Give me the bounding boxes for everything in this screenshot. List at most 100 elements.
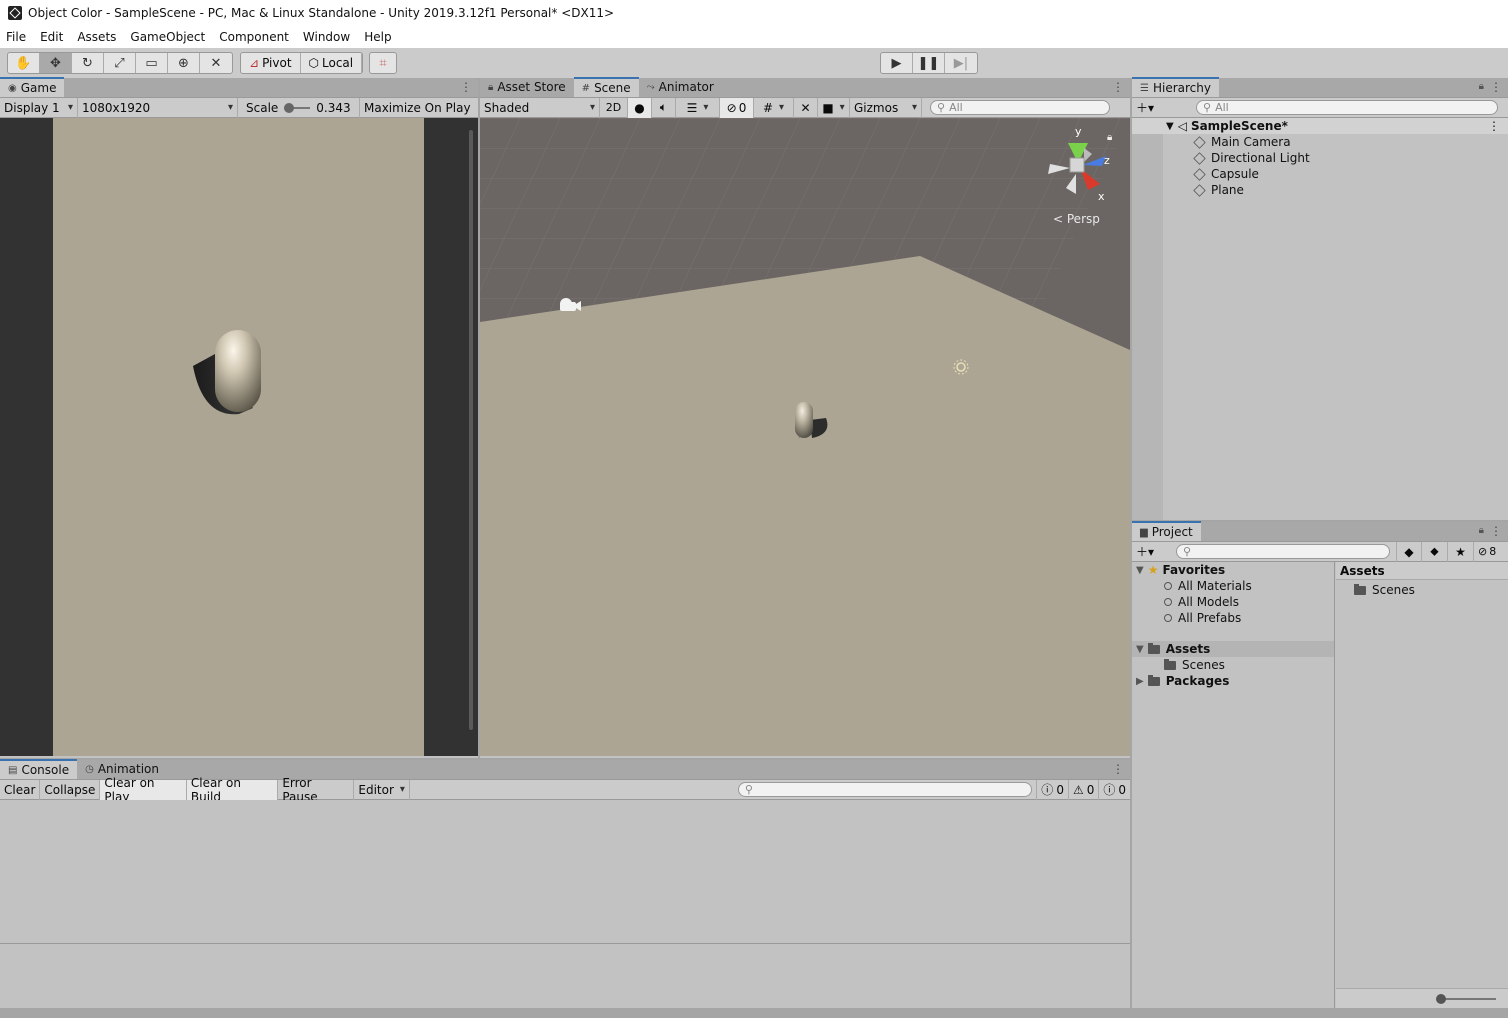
scale-icon[interactable]: ⤢ [104,53,136,73]
custom-tool-icon[interactable]: ✕ [200,53,232,73]
menu-gameobject[interactable]: GameObject [130,30,205,44]
gizmo-lock-icon[interactable]: 🔒︎ [1107,132,1112,143]
expand-arrow-icon[interactable]: ▼ [1136,644,1144,655]
tab-animator[interactable]: ⤳ Animator [639,77,722,97]
project-add-button[interactable]: ＋▾ [1132,542,1162,562]
game-menu-icon[interactable]: ⋮ [460,80,472,94]
rect-tool-icon[interactable]: ▭ [136,53,168,73]
scene-search[interactable]: ⚲ All [930,100,1110,115]
camera-dropdown[interactable]: ■ [818,97,850,118]
scene-plane[interactable] [480,256,1130,756]
project-folder-icon: ▆ [1140,526,1148,538]
play-icon[interactable]: ▶ [881,53,913,73]
expand-arrow-icon[interactable]: ▼ [1166,121,1174,132]
clear-button[interactable]: Clear [0,779,41,800]
clear-on-build-toggle[interactable]: Clear on Build [186,776,279,804]
pivot-button[interactable]: ⊿ Pivot [241,53,301,73]
hierarchy-item-directional-light[interactable]: Directional Light [1132,150,1508,166]
hierarchy-lock-icon[interactable]: 🔒︎ [1479,81,1484,92]
rotate-icon[interactable]: ↻ [72,53,104,73]
scale-slider[interactable] [284,102,311,113]
menu-file[interactable]: File [6,30,26,44]
search-icon: ⚲ [744,783,753,796]
hidden-eye-icon: ⊘ [726,100,737,115]
log-count-toggle[interactable]: ⓘ 0 [1036,779,1069,800]
menu-window[interactable]: Window [303,30,350,44]
pause-icon[interactable]: ❚❚ [913,53,945,73]
local-button[interactable]: ⬡ Local [301,53,363,73]
game-scrollbar[interactable] [469,130,473,730]
warning-count-toggle[interactable]: ⚠ 0 [1069,779,1100,800]
console-search[interactable]: ⚲ [737,782,1033,797]
packages-folder-row[interactable]: ▶ Packages [1132,673,1334,689]
console-menu-icon[interactable]: ⋮ [1112,762,1124,776]
scene-menu-icon[interactable]: ⋮ [1112,80,1124,94]
move-icon[interactable]: ✥ [40,53,72,73]
tab-game[interactable]: ◉ Game [0,77,65,97]
expand-arrow-icon[interactable]: ▼ [1136,565,1144,576]
scene-capsule[interactable] [795,402,813,438]
resolution-dropdown[interactable]: 1080x1920 [78,97,238,118]
console-detail-area[interactable] [0,945,1130,1008]
hierarchy-item-plane[interactable]: Plane [1132,182,1508,198]
tab-asset-store[interactable]: 🔒︎ Asset Store [480,77,574,97]
tab-scene[interactable]: # Scene [573,77,639,97]
tab-console[interactable]: ▤ Console [0,759,78,779]
hierarchy-add-button[interactable]: ＋▾ [1132,98,1162,118]
lighting-toggle-icon[interactable]: ● [628,97,652,118]
collapse-button[interactable]: Collapse [40,779,101,800]
console-log-list[interactable] [0,800,1130,944]
favorites-row[interactable]: ▼ ★ Favorites [1132,562,1334,578]
favorite-all-materials[interactable]: All Materials [1132,578,1334,594]
hierarchy-menu-icon[interactable]: ⋮ [1490,80,1502,94]
search-by-label-icon[interactable]: ⬥ [1422,541,1448,562]
icon-size-slider-thumb[interactable] [1436,994,1446,1004]
favorite-all-models[interactable]: All Models [1132,594,1334,610]
hand-icon[interactable]: ✋ [8,53,40,73]
display-dropdown[interactable]: Display 1 [0,97,78,118]
error-pause-toggle[interactable]: Error Pause [278,776,355,804]
content-item-scenes[interactable]: Scenes [1336,582,1508,598]
persp-label[interactable]: < Persp [1053,212,1100,226]
scale-slider-thumb[interactable] [284,102,295,113]
maximize-on-play-toggle[interactable]: Maximize On Play [360,98,475,118]
menu-assets[interactable]: Assets [77,30,116,44]
hierarchy-item-main-camera[interactable]: Main Camera [1132,134,1508,150]
expand-arrow-icon[interactable]: ▶ [1136,676,1144,687]
transform-icon[interactable]: ⊕ [168,53,200,73]
effects-dropdown[interactable]: ☰ [676,97,720,118]
scene-view[interactable]: y z x < Persp 🔒︎ [358,118,1130,756]
menu-component[interactable]: Component [219,30,289,44]
icon-size-slider[interactable] [1440,998,1496,1000]
hidden-objects-toggle[interactable]: ⊘ 0 [720,97,754,118]
gizmos-dropdown[interactable]: Gizmos [850,97,922,118]
game-view[interactable] [0,118,478,756]
error-count-toggle[interactable]: ⓘ 0 [1099,780,1130,800]
step-icon[interactable]: ▶| [945,53,977,73]
scene-row-menu-icon[interactable]: ⋮ [1488,119,1500,133]
audio-toggle-icon[interactable]: 🔈︎ [652,97,676,118]
hierarchy-item-capsule[interactable]: Capsule [1132,166,1508,182]
scene-root-row[interactable]: ▼ ◁ SampleScene* ⋮ [1132,118,1508,134]
search-by-type-icon[interactable]: ◆ [1396,541,1422,562]
clear-on-play-toggle[interactable]: Clear on Play [100,776,187,804]
toggle-2d-button[interactable]: 2D [600,97,628,118]
menu-help[interactable]: Help [364,30,391,44]
tools-icon[interactable]: ✕ [794,97,818,118]
menu-edit[interactable]: Edit [40,30,63,44]
hidden-packages-toggle[interactable]: ⊘ 8 [1474,542,1500,562]
favorite-all-prefabs[interactable]: All Prefabs [1132,610,1334,626]
shading-dropdown[interactable]: Shaded [480,97,600,118]
assets-folder-row[interactable]: ▼ Assets [1132,641,1334,657]
tab-hierarchy[interactable]: ☰ Hierarchy [1132,77,1219,97]
editor-dropdown[interactable]: Editor [354,779,410,800]
project-search[interactable]: ⚲ [1176,544,1390,559]
favorite-star-icon[interactable]: ★ [1448,541,1474,562]
scenes-folder-row[interactable]: Scenes [1132,657,1334,673]
grid-dropdown[interactable]: # [754,97,794,118]
project-menu-icon[interactable]: ⋮ [1490,524,1502,538]
grid-snap-icon[interactable]: ⌗ [370,53,396,73]
hierarchy-search[interactable]: ⚲ All [1196,100,1498,115]
tab-project[interactable]: ▆ Project [1132,521,1201,541]
project-lock-icon[interactable]: 🔒︎ [1479,525,1484,536]
